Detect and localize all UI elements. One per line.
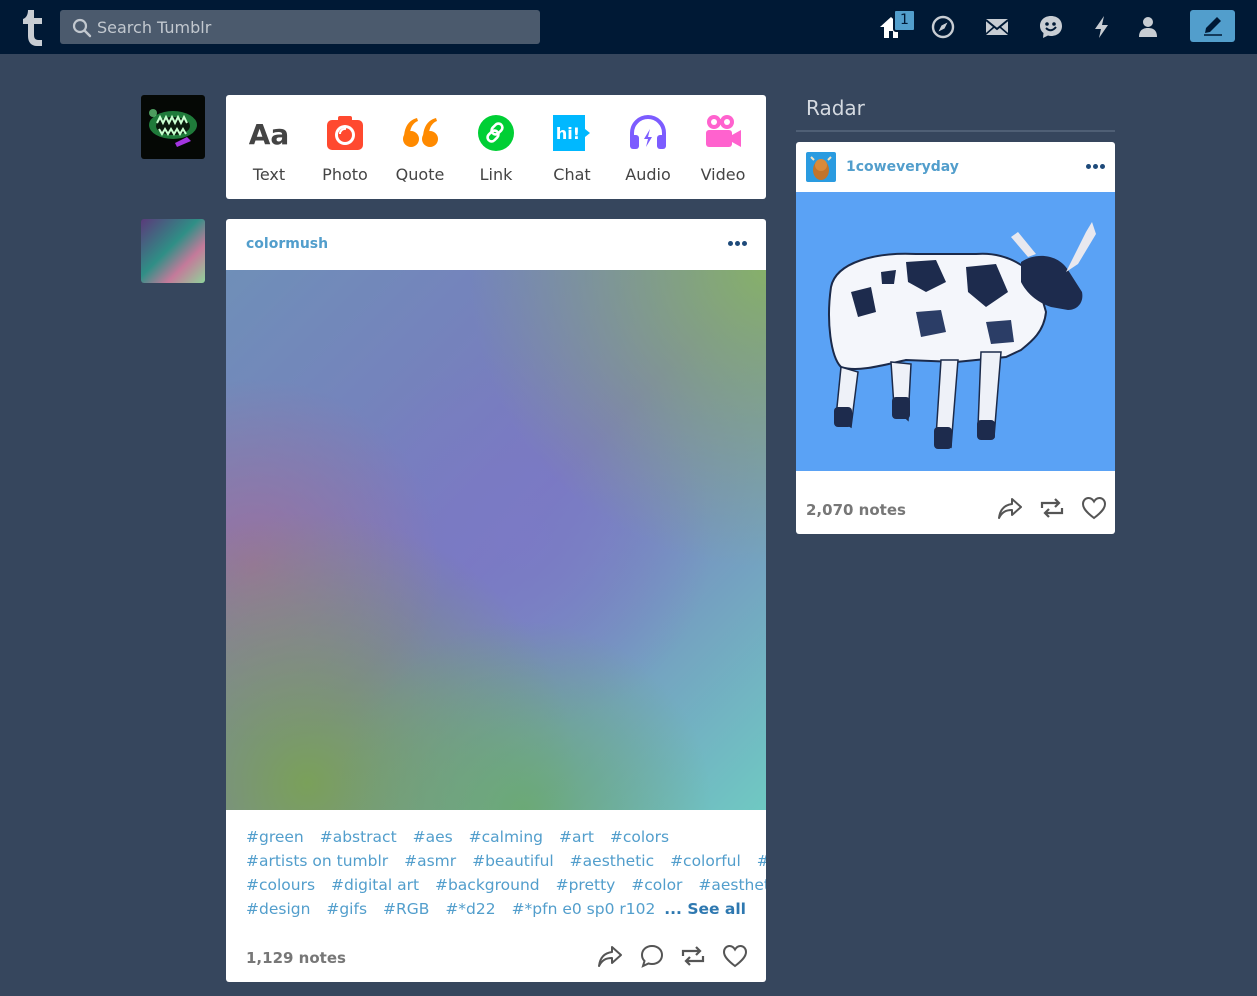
tag-link[interactable]: #calming [469,828,543,846]
inbox-icon[interactable] [983,13,1011,41]
tag-link[interactable]: #gifs [326,900,367,918]
tag-link[interactable]: #green [246,828,304,846]
pencil-icon [1204,17,1222,36]
tag-link[interactable]: #art [559,828,594,846]
reblog-icon[interactable] [679,942,707,970]
radar-notes-count[interactable]: 2,070 notes [806,501,906,519]
see-all-tags-link[interactable]: ... See all [664,897,746,921]
post-type-label: Photo [322,165,368,184]
post-type-chat[interactable]: hi! Chat [537,113,607,184]
tag-link[interactable]: #background [435,876,540,894]
compose-button[interactable] [1190,10,1235,42]
search-input[interactable] [97,10,517,44]
top-navigation-bar: 1 [0,0,1257,54]
reblog-icon[interactable] [1038,494,1066,522]
messaging-icon[interactable] [1037,13,1065,41]
tag-link[interactable]: #aes [413,828,453,846]
more-options-icon[interactable] [1086,163,1108,171]
tag-link[interactable]: #*d22 [445,900,495,918]
quote-icon [400,113,440,153]
chat-icon: hi! [552,113,592,153]
post-type-label: Video [700,165,746,184]
more-options-icon[interactable] [728,240,750,248]
search-icon [72,18,92,38]
radar-divider [796,130,1115,132]
search-bar[interactable] [60,10,540,44]
post-type-label: Link [479,165,513,184]
post-type-audio[interactable]: Audio [613,113,683,184]
text-aa-icon: Aa [249,113,290,153]
tumblr-logo-icon[interactable] [19,8,49,46]
tag-link[interactable]: #RGB [383,900,429,918]
account-icon[interactable] [1134,13,1162,41]
tag-link[interactable]: #aesthetic [570,852,654,870]
post-notes-count[interactable]: 1,129 notes [246,949,346,967]
explore-icon[interactable] [929,13,957,41]
post-type-label: Quote [395,165,445,184]
radar-post: 1coweveryday 2,070 notes [796,142,1115,534]
link-icon [476,113,516,153]
tag-link[interactable]: #color [631,876,682,894]
tag-link[interactable]: #*pfn e0 sp0 r102 [512,900,656,918]
post-type-link[interactable]: Link [461,113,531,184]
post-type-quote[interactable]: Quote [385,113,455,184]
post-author-avatar[interactable] [141,219,205,283]
post-tags: #green #abstract #aes #calming #art #col… [246,825,766,921]
tag-link[interactable]: #design [246,900,310,918]
share-icon[interactable] [596,942,624,970]
like-heart-icon[interactable] [1080,494,1108,522]
tag-link[interactable]: #artists on tumblr [246,852,388,870]
post-type-label: Audio [625,165,671,184]
reply-icon[interactable] [638,942,666,970]
tag-row: #green #abstract #aes #calming #art #col… [246,825,746,849]
radar-blog-avatar[interactable] [806,152,836,182]
tag-link[interactable]: #digital art [331,876,419,894]
tag-link[interactable]: #colorful [670,852,741,870]
home-notification-badge: 1 [893,9,916,32]
tag-row: #artists on tumblr #asmr #beautiful #aes… [246,849,766,873]
post-blog-name[interactable]: colormush [246,236,328,252]
tag-link[interactable]: #colors [610,828,669,846]
video-camera-icon [703,113,743,153]
tag-link[interactable]: #abstract [320,828,397,846]
post-type-composer: Aa Text Photo Quote Link hi! Chat Audio … [226,95,766,199]
like-heart-icon[interactable] [721,942,749,970]
dashboard-post: colormush #green #abstract #aes #calming… [226,219,766,982]
post-image[interactable] [226,270,766,810]
post-type-photo[interactable]: Photo [310,113,380,184]
post-type-video[interactable]: Video [688,113,758,184]
share-icon[interactable] [996,494,1024,522]
activity-icon[interactable] [1088,13,1116,41]
radar-heading: Radar [806,96,865,120]
tag-link[interactable]: #asmr [404,852,456,870]
user-avatar[interactable] [141,95,205,159]
tag-row: #design #gifs #RGB #*d22 #*pfn e0 sp0 r1… [246,897,746,921]
radar-blog-name[interactable]: 1coweveryday [846,159,959,175]
tag-link[interactable]: #colours [246,876,315,894]
tag-link[interactable]: #beautiful [472,852,554,870]
headphones-icon [628,113,668,153]
radar-post-image[interactable] [796,192,1115,471]
camera-icon [325,113,365,153]
post-type-text[interactable]: Aa Text [234,113,304,184]
post-type-label: Chat [553,165,591,184]
tag-link[interactable]: #pretty [556,876,616,894]
svg-text:hi!: hi! [556,124,580,143]
post-type-label: Text [252,165,286,184]
tag-link[interactable]: #aesthetics [698,876,766,894]
tag-link[interactable]: #gif [757,852,766,870]
svg-text:Aa: Aa [249,118,289,151]
tag-row: #colours #digital art #background #prett… [246,873,766,897]
